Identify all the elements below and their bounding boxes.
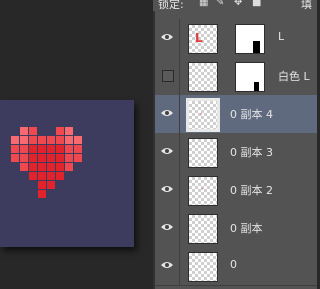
layer-row-copy3[interactable]: 0 副本 3 [155,133,317,172]
lock-label: 锁定: [158,0,184,11]
pixel-heart-image [0,100,134,247]
heart-pixel [56,127,64,135]
heart-pixel [38,190,46,198]
heart-pixel [47,145,55,153]
heart-pixel [74,145,82,153]
heart-pixel [56,145,64,153]
heart-pixel [20,163,28,171]
layer-name: L [278,30,285,43]
eye-icon [161,148,173,154]
layer-row-white-L[interactable]: 白色 L [155,57,317,96]
heart-pixel [38,163,46,171]
layer-name: 0 副本 3 [230,146,273,159]
canvas-background [0,100,134,247]
heart-pixel [38,136,46,144]
heart-pixel [20,136,28,144]
layer-mask-thumbnail[interactable] [235,62,265,92]
eye-icon [161,262,173,268]
visibility-toggle[interactable] [155,171,180,209]
thumbnail-content: · [200,111,203,118]
heart-pixel [20,145,28,153]
layer-name: 0 副本 2 [230,184,273,197]
heart-pixel [65,145,73,153]
visibility-toggle[interactable] [155,247,180,285]
heart-pixel [74,136,82,144]
move-icon[interactable]: ✥ [234,0,242,8]
heart-pixel [56,154,64,162]
heart-pixel [11,136,19,144]
heart-pixel [11,154,19,162]
heart-pixel [38,145,46,153]
document-canvas[interactable] [0,100,134,247]
heart-pixel [38,154,46,162]
heart-pixel [56,172,64,180]
heart-pixel [65,136,73,144]
heart-pixel [65,163,73,171]
layers-panel: 锁定: ▦ ✎ ✥ ■ 填 L L 白色 L · 0 副本 4 0 副本 3 ·… [153,0,317,289]
eye-icon [161,224,173,230]
heart-pixel [47,163,55,171]
layer-name: 白色 L [278,70,310,83]
layer-thumbnail[interactable] [188,138,218,168]
layer-thumbnail[interactable]: L [188,24,218,54]
heart-pixel [74,154,82,162]
heart-pixel [65,154,73,162]
eye-icon [161,110,173,116]
heart-pixel [47,172,55,180]
layer-row-copy4[interactable]: · 0 副本 4 [155,95,317,134]
heart-pixel [47,154,55,162]
heart-pixel [20,127,28,135]
thumbnail-content: L [195,31,203,45]
layer-row-L[interactable]: L L [155,19,317,58]
lock-bar: 锁定: ▦ ✎ ✥ ■ 填 [153,0,317,11]
heart-pixel [56,136,64,144]
heart-pixel [29,127,37,135]
visibility-toggle[interactable] [155,133,180,171]
heart-pixel [47,181,55,189]
lock-icon[interactable]: ■ [252,0,261,8]
heart-pixel [29,154,37,162]
layer-row-copy2[interactable]: · 0 副本 2 [155,171,317,210]
layer-row-copy[interactable]: 0 副本 [155,209,317,248]
visibility-toggle[interactable] [155,57,180,95]
layer-thumbnail[interactable]: · [188,176,218,206]
heart-pixel [29,136,37,144]
layer-name: 0 副本 [230,222,263,235]
hidden-visibility-box [162,70,174,82]
eye-icon [161,34,173,40]
heart-pixel [38,172,46,180]
heart-pixel [20,154,28,162]
heart-pixel [65,127,73,135]
fill-label: 填 [301,0,312,11]
heart-pixel [29,172,37,180]
heart-pixel [56,163,64,171]
layer-mask-thumbnail[interactable] [235,24,265,54]
layer-name: 0 [230,258,237,271]
layer-thumbnail[interactable] [188,252,218,282]
brush-icon[interactable]: ✎ [216,0,224,8]
layer-thumbnail[interactable]: · [186,98,220,132]
layer-name: 0 副本 4 [230,108,273,121]
visibility-toggle[interactable] [155,209,180,247]
thumbnail-content: · [201,186,204,193]
eye-icon [161,186,173,192]
heart-pixel [47,136,55,144]
heart-pixel [29,163,37,171]
heart-pixel [38,181,46,189]
layer-thumbnail[interactable] [188,62,218,92]
visibility-toggle[interactable] [155,95,180,133]
heart-pixel [11,145,19,153]
layer-row-0[interactable]: 0 [155,247,317,286]
lock-transparent-icon[interactable]: ▦ [199,0,208,8]
heart-pixel [29,145,37,153]
layer-thumbnail[interactable] [188,214,218,244]
canvas-area[interactable] [0,0,153,289]
visibility-toggle[interactable] [155,19,180,57]
